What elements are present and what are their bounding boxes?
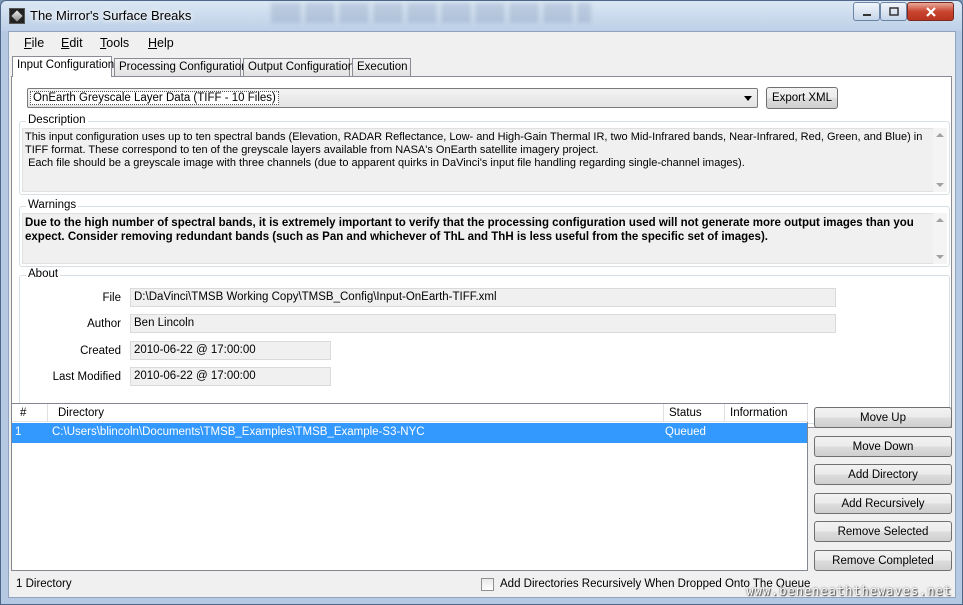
menu-help[interactable]: Help xyxy=(148,36,174,50)
menu-tools[interactable]: Tools xyxy=(100,36,129,50)
queue-count: 1 Directory xyxy=(16,578,72,590)
close-icon xyxy=(925,6,936,17)
scroll-up-icon[interactable] xyxy=(936,218,944,222)
scroll-down-icon[interactable] xyxy=(936,255,944,259)
add-recursively-button[interactable]: Add Recursively xyxy=(814,493,952,514)
minimize-button[interactable] xyxy=(853,2,880,21)
last-modified-label: Last Modified xyxy=(52,371,121,383)
chevron-down-icon[interactable] xyxy=(744,96,752,101)
column-header-number[interactable]: # xyxy=(20,407,26,419)
description-group: Description This input configuration use… xyxy=(19,114,950,195)
input-configuration-page: OnEarth Greyscale Layer Data (TIFF - 10 … xyxy=(11,76,952,428)
column-header-information[interactable]: Information xyxy=(730,407,788,419)
menu-help-label: elp xyxy=(157,36,174,50)
remove-selected-button[interactable]: Remove Selected xyxy=(814,521,952,542)
queue-header: # Directory Status Information xyxy=(12,404,808,422)
created-label: Created xyxy=(80,345,121,357)
menu-bar: File Edit Tools Help xyxy=(9,32,955,54)
queue-row-number: 1 xyxy=(15,426,22,438)
column-header-status[interactable]: Status xyxy=(669,407,702,419)
warnings-label: Warnings xyxy=(26,199,79,211)
menu-help-mnemonic: H xyxy=(148,36,158,50)
column-divider[interactable] xyxy=(724,404,725,422)
queue-row-directory: C:\Users\blincoln\Documents\TMSB_Example… xyxy=(52,426,425,438)
maximize-button[interactable] xyxy=(880,2,907,21)
about-label: About xyxy=(26,268,61,280)
queue-list[interactable]: # Directory Status Information 1 C:\User… xyxy=(11,403,808,571)
menu-file-label: ile xyxy=(31,36,45,50)
description-scrollbar[interactable] xyxy=(933,128,947,192)
title-bar[interactable]: The Mirror's Surface Breaks xyxy=(1,1,962,31)
menu-tools-label: ools xyxy=(106,36,130,50)
warnings-text[interactable]: Due to the high number of spectral bands… xyxy=(22,213,947,264)
column-header-directory[interactable]: Directory xyxy=(58,407,104,419)
column-divider[interactable] xyxy=(807,404,808,422)
warnings-scrollbar[interactable] xyxy=(933,213,947,264)
minimize-icon xyxy=(862,13,871,16)
scroll-down-icon[interactable] xyxy=(936,183,944,187)
app-icon[interactable] xyxy=(9,8,25,24)
about-group: About File D:\DaVinci\TMSB Working Copy\… xyxy=(19,268,950,424)
description-text[interactable]: This input configuration uses up to ten … xyxy=(22,128,947,192)
menu-file-mnemonic: F xyxy=(24,36,32,50)
window-title: The Mirror's Surface Breaks xyxy=(30,8,192,23)
move-up-button[interactable]: Move Up xyxy=(814,407,952,428)
column-divider[interactable] xyxy=(663,404,664,422)
move-down-button[interactable]: Move Down xyxy=(814,436,952,457)
input-configuration-selected-value: OnEarth Greyscale Layer Data (TIFF - 10 … xyxy=(30,91,279,105)
remove-completed-button[interactable]: Remove Completed xyxy=(814,550,952,571)
file-label: File xyxy=(102,292,121,304)
tab-processing-configuration[interactable]: Processing Configuration xyxy=(114,58,248,76)
tab-input-configuration[interactable]: Input Configuration xyxy=(12,56,114,77)
file-path-field: D:\DaVinci\TMSB Working Copy\TMSB_Config… xyxy=(130,288,836,307)
watermark: www.beneneaththewaves.net xyxy=(746,584,952,598)
menu-edit-label: dit xyxy=(69,36,83,50)
warnings-group: Warnings Due to the high number of spect… xyxy=(19,199,950,267)
author-label: Author xyxy=(87,318,121,330)
tab-output-configuration[interactable]: Output Configuration xyxy=(243,58,354,76)
recursive-drop-checkbox[interactable] xyxy=(481,578,494,591)
description-label: Description xyxy=(26,114,88,126)
last-modified-field: 2010-06-22 @ 17:00:00 xyxy=(130,367,331,386)
tab-execution[interactable]: Execution xyxy=(352,58,411,76)
maximize-icon xyxy=(888,6,899,16)
close-button[interactable] xyxy=(907,2,954,21)
menu-edit[interactable]: Edit xyxy=(61,36,83,50)
queue-row[interactable]: 1 C:\Users\blincoln\Documents\TMSB_Examp… xyxy=(12,423,807,443)
created-field: 2010-06-22 @ 17:00:00 xyxy=(130,341,331,360)
column-divider[interactable] xyxy=(47,404,48,422)
scroll-up-icon[interactable] xyxy=(936,133,944,137)
app-window: The Mirror's Surface Breaks File Edit To… xyxy=(0,0,963,605)
author-field: Ben Lincoln xyxy=(130,314,836,333)
input-configuration-select[interactable]: OnEarth Greyscale Layer Data (TIFF - 10 … xyxy=(27,88,758,108)
queue-row-status: Queued xyxy=(665,426,706,438)
export-xml-button[interactable]: Export XML xyxy=(766,87,838,109)
add-directory-button[interactable]: Add Directory xyxy=(814,464,952,485)
title-bar-background-blur xyxy=(271,3,591,23)
menu-file[interactable]: File xyxy=(24,36,44,50)
client-area: File Edit Tools Help Input Configuration… xyxy=(8,31,956,598)
